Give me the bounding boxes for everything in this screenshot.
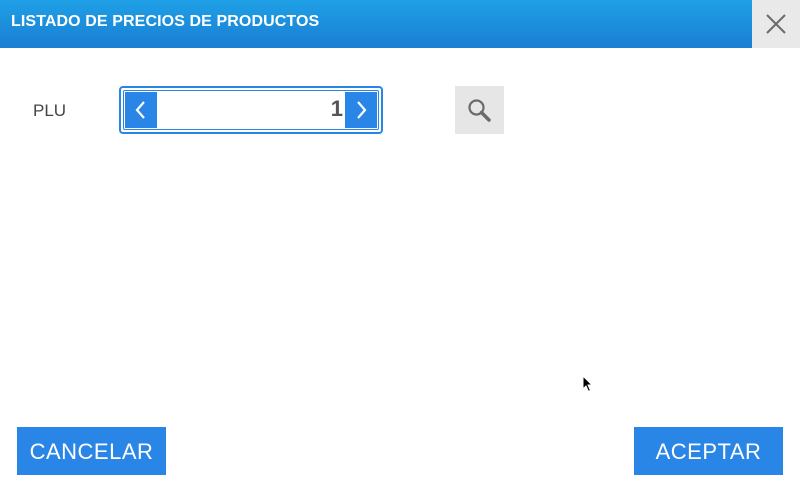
plu-value-input[interactable]: 1 [161,96,343,122]
cancel-button[interactable]: CANCELAR [17,427,166,475]
accept-button[interactable]: ACEPTAR [634,427,783,475]
chevron-left-icon [135,101,145,119]
dialog-title: LISTADO DE PRECIOS DE PRODUCTOS [11,13,320,30]
close-button[interactable] [752,0,800,48]
chevron-right-icon [357,101,367,119]
decrement-button[interactable] [125,92,157,128]
increment-button[interactable] [345,92,377,128]
plu-stepper[interactable]: 1 [119,86,383,134]
search-icon [468,99,491,122]
close-icon [766,14,786,34]
mouse-pointer-icon [582,375,594,393]
search-button[interactable] [455,86,504,134]
plu-label: PLU [33,101,67,120]
dialog-title-bar: LISTADO DE PRECIOS DE PRODUCTOS [0,0,752,48]
